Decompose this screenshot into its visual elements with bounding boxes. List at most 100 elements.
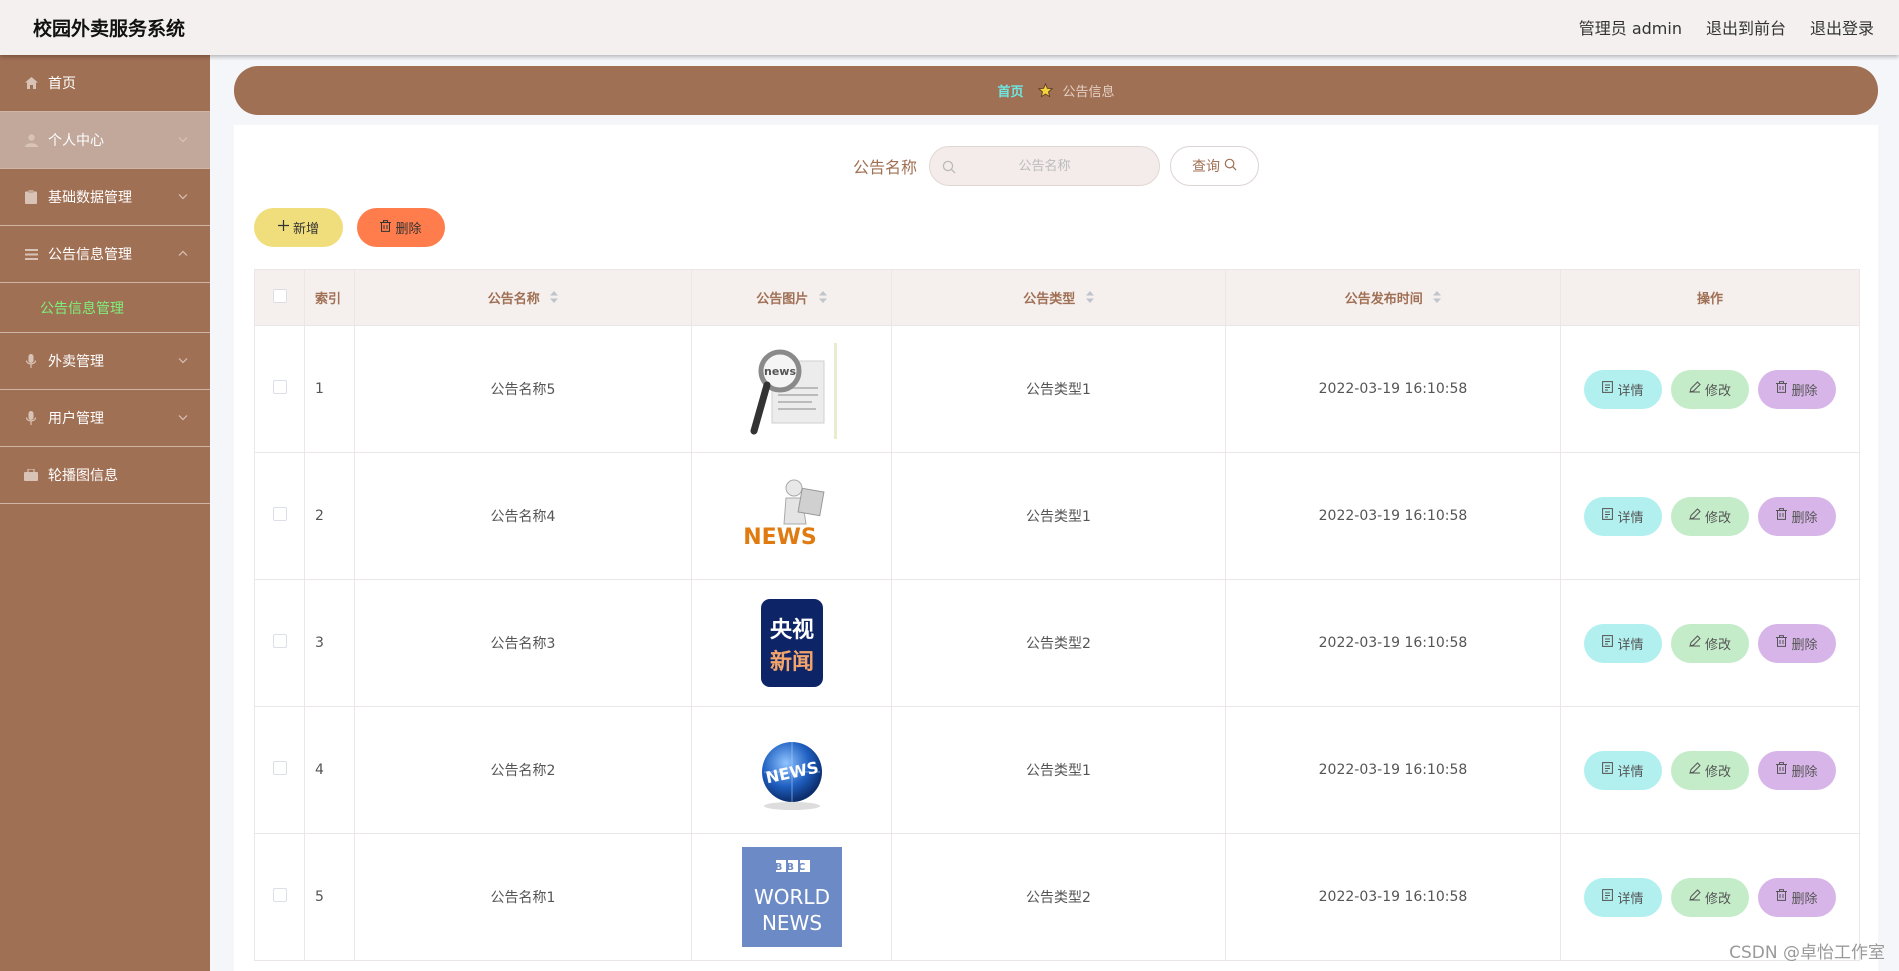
plus-icon: [277, 220, 289, 235]
row-select-cell: [254, 325, 305, 453]
row-select-cell: [254, 452, 305, 580]
edit-button[interactable]: 修改: [1671, 496, 1749, 536]
detail-button[interactable]: 详情: [1584, 623, 1662, 663]
breadcrumb-home-link[interactable]: 首页: [997, 81, 1023, 100]
row-type: 公告类型1: [891, 325, 1226, 453]
row-select-cell: [254, 833, 305, 961]
sort-icon[interactable]: [550, 291, 559, 307]
column-header-image[interactable]: 公告图片: [691, 269, 892, 326]
select-all-checkbox[interactable]: [272, 288, 287, 303]
row-time: 2022-03-19 16:10:58: [1225, 706, 1561, 834]
document-icon: [1602, 635, 1614, 651]
column-header-name[interactable]: 公告名称: [354, 269, 692, 326]
trash-icon: [380, 219, 392, 236]
sort-icon[interactable]: [818, 291, 827, 307]
breadcrumb: 首页 公告信息: [234, 66, 1878, 115]
sidebar-item-notice-management[interactable]: 公告信息管理: [0, 226, 210, 283]
detail-button[interactable]: 详情: [1584, 369, 1662, 409]
row-type: 公告类型2: [891, 833, 1226, 961]
edit-button[interactable]: 修改: [1671, 369, 1749, 409]
row-checkbox[interactable]: [272, 761, 287, 775]
user-icon: [24, 133, 38, 147]
delete-button-label: 删除: [1791, 764, 1818, 780]
sidebar-item-label: 公告信息管理: [48, 247, 132, 263]
clipboard-icon: [24, 190, 38, 204]
sidebar-item-basic-data[interactable]: 基础数据管理: [0, 169, 210, 226]
detail-button-label: 详情: [1617, 637, 1644, 653]
row-time: 2022-03-19 16:10:58: [1225, 452, 1561, 580]
delete-button[interactable]: 删除: [1758, 750, 1836, 790]
sidebar-subitem-notice-management[interactable]: 公告信息管理: [0, 283, 210, 333]
admin-label[interactable]: 管理员 admin: [1579, 15, 1682, 39]
breadcrumb-current: 公告信息: [1062, 85, 1115, 100]
query-button[interactable]: 查询: [1170, 146, 1259, 186]
table-row: 4 公告名称2 NEWS 公告类型1 2022-03-19 16:10:58 详…: [254, 706, 1860, 834]
column-header-label: 公告发布时间: [1344, 291, 1423, 307]
column-header-label: 公告类型: [1023, 291, 1076, 307]
chevron-down-icon: [178, 413, 188, 424]
row-name: 公告名称5: [354, 325, 692, 453]
column-header-time[interactable]: 公告发布时间: [1225, 269, 1561, 326]
edit-button[interactable]: 修改: [1671, 623, 1749, 663]
svg-text:news: news: [763, 365, 795, 378]
pencil-icon: [1689, 381, 1701, 397]
sidebar-item-label: 首页: [48, 76, 76, 92]
watermark: CSDN @卓怡工作室: [1729, 943, 1885, 963]
sidebar-item-label: 基础数据管理: [48, 190, 132, 206]
header-actions: 管理员 admin 退出到前台 退出登录: [1579, 15, 1874, 39]
row-image-cell: BBC WORLD NEWS: [691, 833, 892, 961]
sidebar-item-users[interactable]: 用户管理: [0, 390, 210, 447]
row-checkbox[interactable]: [272, 634, 287, 648]
row-checkbox[interactable]: [272, 888, 287, 902]
trash-icon: [1776, 508, 1788, 524]
edit-button[interactable]: 修改: [1671, 877, 1749, 917]
row-checkbox[interactable]: [272, 507, 287, 521]
column-header-type[interactable]: 公告类型: [891, 269, 1226, 326]
sidebar-item-home[interactable]: 首页: [0, 55, 210, 112]
query-button-label: 查询: [1192, 159, 1220, 175]
detail-button-label: 详情: [1617, 510, 1644, 526]
search-label: 公告名称: [852, 158, 917, 177]
edit-button-label: 修改: [1704, 891, 1731, 907]
search-input[interactable]: [930, 147, 1159, 185]
row-ops: 详情 修改 删除: [1560, 706, 1860, 834]
sidebar-item-carousel[interactable]: 轮播图信息: [0, 447, 210, 504]
row-image-cell: 央视 新闻: [691, 579, 892, 707]
sidebar-item-label: 轮播图信息: [48, 468, 118, 484]
pencil-icon: [1689, 762, 1701, 778]
document-icon: [1602, 762, 1614, 778]
row-checkbox[interactable]: [272, 380, 287, 394]
row-name: 公告名称1: [354, 833, 692, 961]
detail-button[interactable]: 详情: [1584, 877, 1662, 917]
row-type: 公告类型1: [891, 452, 1226, 580]
action-bar: 新增 删除: [254, 208, 445, 247]
batch-delete-button[interactable]: 删除: [357, 208, 445, 247]
mic-icon: [24, 411, 38, 425]
edit-button-label: 修改: [1704, 510, 1731, 526]
delete-button[interactable]: 删除: [1758, 877, 1836, 917]
sort-icon[interactable]: [1433, 291, 1442, 307]
exit-to-front-link[interactable]: 退出到前台: [1706, 15, 1786, 39]
row-type: 公告类型2: [891, 579, 1226, 707]
detail-button[interactable]: 详情: [1584, 750, 1662, 790]
detail-button[interactable]: 详情: [1584, 496, 1662, 536]
row-ops: 详情 修改 删除: [1560, 452, 1860, 580]
row-select-cell: [254, 706, 305, 834]
delete-button[interactable]: 删除: [1758, 496, 1836, 536]
logout-link[interactable]: 退出登录: [1810, 15, 1874, 39]
delete-button[interactable]: 删除: [1758, 369, 1836, 409]
document-icon: [1602, 381, 1614, 397]
row-index: 5: [304, 833, 355, 961]
list-icon: [24, 247, 38, 261]
sidebar-item-label: 个人中心: [48, 133, 104, 149]
sidebar-item-takeout[interactable]: 外卖管理: [0, 333, 210, 390]
column-header-index: 索引: [304, 269, 355, 326]
svg-text:BBC: BBC: [774, 862, 809, 873]
sort-icon[interactable]: [1085, 291, 1094, 307]
edit-button[interactable]: 修改: [1671, 750, 1749, 790]
row-index: 3: [304, 579, 355, 707]
sidebar-item-profile[interactable]: 个人中心: [0, 112, 210, 169]
add-button[interactable]: 新增: [254, 208, 343, 247]
svg-text:NEWS: NEWS: [761, 911, 821, 935]
delete-button[interactable]: 删除: [1758, 623, 1836, 663]
